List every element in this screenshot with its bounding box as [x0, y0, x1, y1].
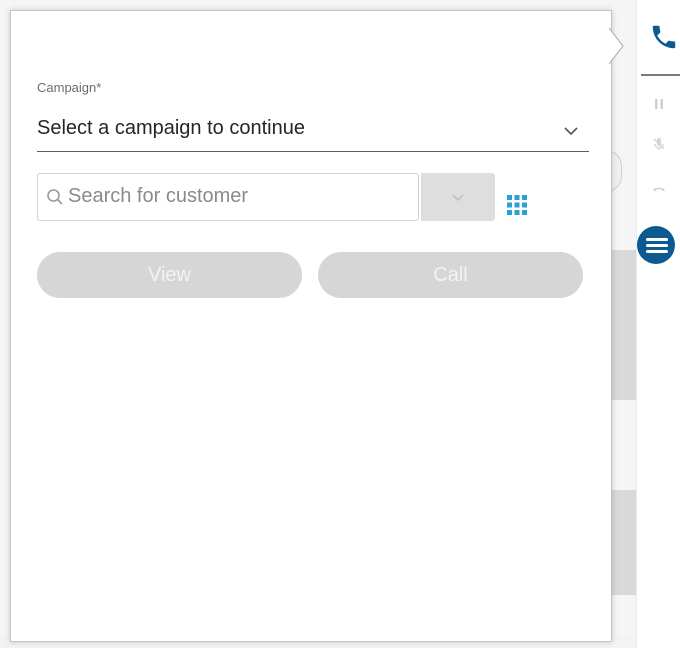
campaign-label: Campaign*	[37, 80, 102, 95]
rail-divider	[641, 74, 680, 76]
campaign-select-value: Select a campaign to continue	[37, 117, 305, 139]
customer-search-box[interactable]	[37, 173, 419, 221]
search-icon	[47, 189, 63, 205]
phone-control-rail	[636, 0, 680, 648]
pause-icon[interactable]	[651, 96, 667, 112]
call-button[interactable]: Call	[318, 252, 583, 298]
grid-icon[interactable]	[505, 193, 529, 217]
view-button[interactable]: View	[37, 252, 302, 298]
menu-icon[interactable]	[637, 226, 675, 264]
customer-search-input[interactable]	[68, 181, 408, 211]
hangup-icon[interactable]	[651, 180, 667, 196]
phone-icon[interactable]	[649, 22, 679, 52]
chevron-down-icon	[564, 127, 578, 136]
chevron-down-icon	[452, 194, 464, 202]
search-filter-dropdown[interactable]	[421, 173, 495, 221]
mute-icon[interactable]	[651, 136, 667, 152]
popover-caret	[609, 27, 624, 65]
dial-popover: Campaign* Select a campaign to continue …	[10, 10, 612, 642]
campaign-select[interactable]: Select a campaign to continue	[37, 115, 589, 152]
